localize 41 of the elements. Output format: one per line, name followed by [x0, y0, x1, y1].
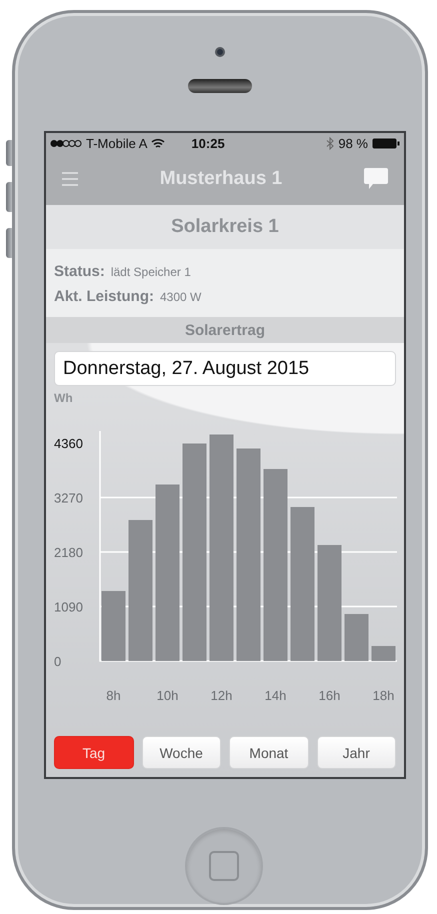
- speaker-icon: [188, 79, 252, 93]
- date-field[interactable]: Donnerstag, 27. August 2015: [54, 351, 396, 386]
- bluetooth-icon: [326, 136, 334, 150]
- battery-icon: [372, 138, 400, 148]
- y-tick-label: 2180: [54, 545, 83, 560]
- signal-icon: [50, 140, 82, 146]
- bar: [102, 591, 126, 661]
- x-tick-label: 16h: [318, 688, 340, 703]
- chat-bubble-icon[interactable]: [364, 168, 388, 190]
- info-value: 4300 W: [160, 290, 202, 304]
- bar: [372, 646, 396, 661]
- y-tick-label: 1090: [54, 600, 83, 614]
- period-tab[interactable]: Monat: [229, 736, 308, 769]
- info-value: lädt Speicher 1: [110, 265, 191, 279]
- period-tab[interactable]: Jahr: [316, 736, 396, 769]
- x-tick-label: 10h: [156, 688, 178, 703]
- screen-title: Musterhaus 1: [158, 168, 284, 190]
- y-tick-label: 4360: [54, 436, 83, 451]
- wifi-icon: [151, 138, 166, 148]
- home-square-icon: [209, 851, 239, 881]
- section-title: Solarkreis 1: [46, 205, 404, 249]
- y-tick-label: 3270: [54, 490, 83, 506]
- camera-icon: [215, 47, 225, 57]
- side-key[interactable]: [6, 228, 12, 258]
- side-key[interactable]: [6, 182, 12, 212]
- period-tab[interactable]: Woche: [142, 736, 221, 769]
- x-tick-label: 18h: [372, 688, 394, 703]
- side-key[interactable]: [6, 140, 12, 166]
- info-label: Status:: [54, 263, 105, 280]
- menu-icon[interactable]: [62, 172, 78, 186]
- axis-unit-label: Wh: [54, 391, 73, 405]
- section-header: Solarertrag: [46, 317, 404, 343]
- carrier-label: T-Mobile A: [86, 136, 148, 150]
- bar: [344, 614, 368, 661]
- battery-label: 98 %: [338, 136, 368, 150]
- x-tick-label: 8h: [106, 688, 121, 703]
- clock-label: 10:25: [191, 136, 226, 150]
- y-tick-label: 0: [54, 654, 62, 669]
- info-label: Akt. Leistung:: [54, 288, 154, 305]
- x-tick-label: 12h: [210, 688, 232, 703]
- x-tick-label: 14h: [264, 688, 286, 703]
